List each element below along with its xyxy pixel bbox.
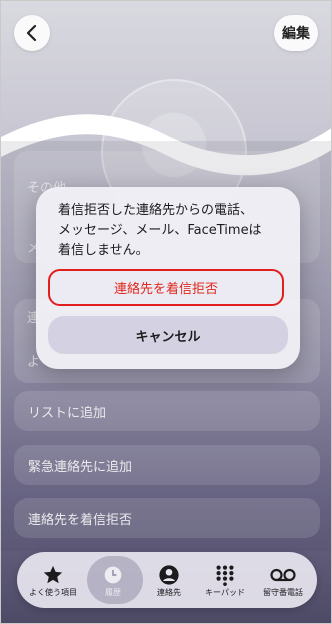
- person-icon: [159, 564, 179, 585]
- chevron-left-icon: [26, 24, 37, 42]
- tab-bar: よく使う項目 履歴 連絡先 キーパッド 留守番電話: [17, 552, 317, 608]
- cancel-button[interactable]: キャンセル: [48, 316, 288, 354]
- voicemail-icon: [270, 568, 296, 581]
- tab-voicemail[interactable]: 留守番電話: [253, 552, 313, 608]
- tab-recents[interactable]: 履歴: [83, 552, 143, 608]
- phone-screen: 編集 その他 メ 連 よ リストに追加 緊急連絡先に追加 連絡先を着信拒否 着信…: [0, 0, 332, 624]
- alert-message: 着信拒否した連絡先からの電話、 メッセージ、メール、FaceTimeは 着信しま…: [58, 203, 262, 258]
- tab-keypad[interactable]: キーパッド: [195, 552, 255, 608]
- tab-label: よく使う項目: [29, 587, 77, 597]
- tab-contacts[interactable]: 連絡先: [139, 552, 199, 608]
- block-confirmation-alert: 着信拒否した連絡先からの電話、 メッセージ、メール、FaceTimeは 着信しま…: [36, 187, 300, 369]
- edit-button[interactable]: 編集: [274, 15, 318, 51]
- tab-label: 履歴: [105, 587, 121, 597]
- tab-label: 留守番電話: [263, 587, 303, 597]
- clock-icon: [104, 566, 122, 583]
- star-icon: [43, 565, 63, 583]
- back-button[interactable]: [14, 15, 50, 51]
- tab-label: 連絡先: [157, 587, 181, 597]
- keypad-icon: [216, 565, 234, 586]
- tab-label: キーパッド: [205, 587, 245, 597]
- tab-favorites[interactable]: よく使う項目: [23, 552, 83, 608]
- block-contact-button[interactable]: 連絡先を着信拒否: [48, 269, 284, 306]
